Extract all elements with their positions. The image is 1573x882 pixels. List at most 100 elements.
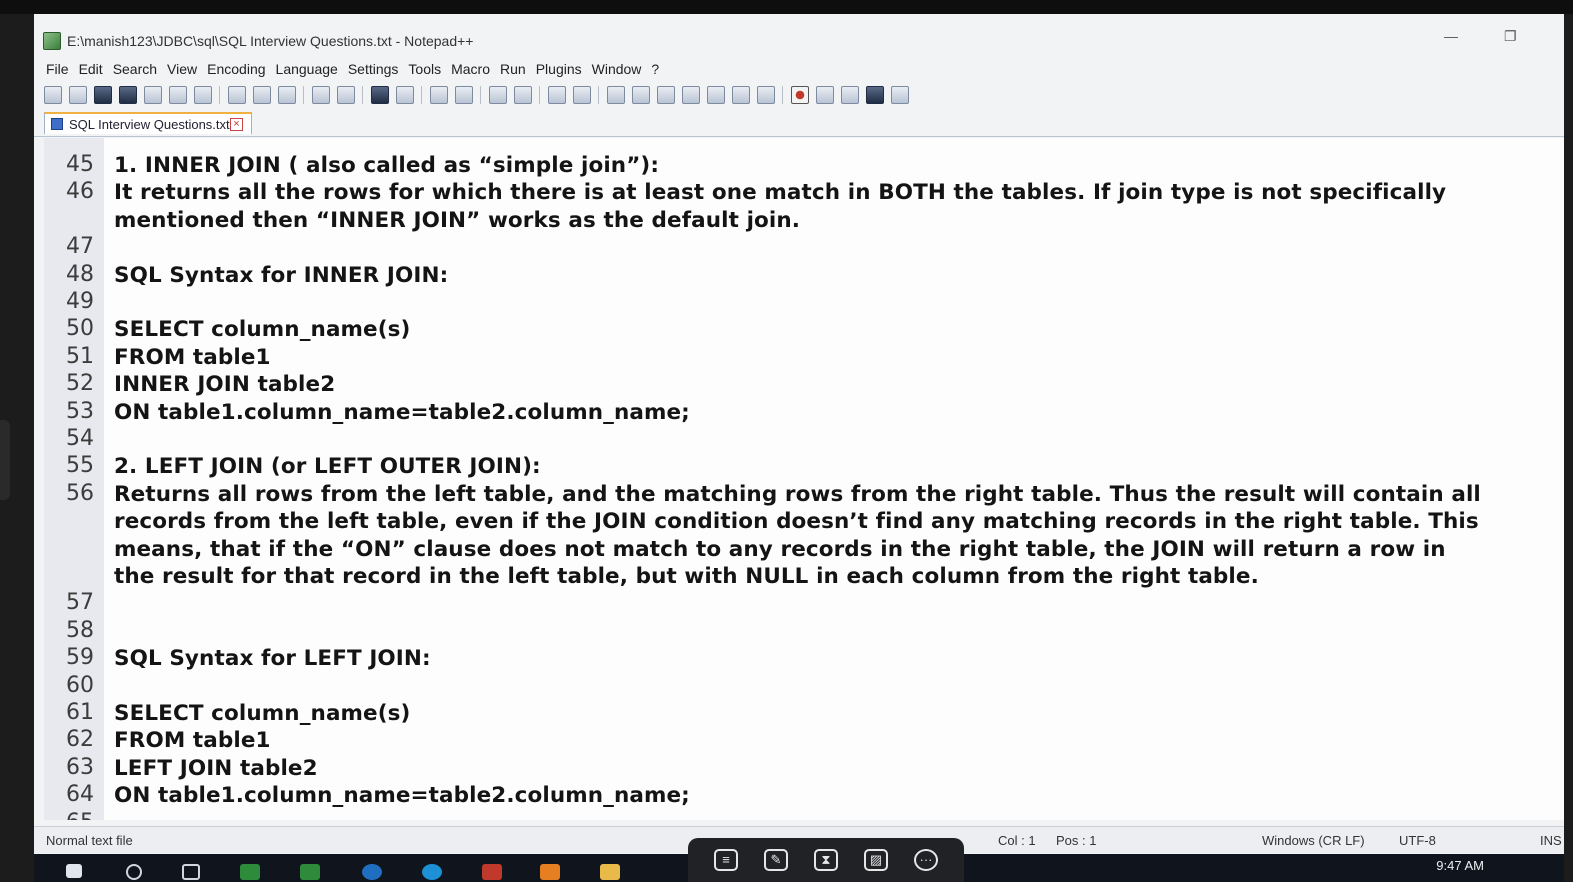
- menu-tools[interactable]: Tools: [408, 61, 441, 77]
- word-wrap-icon[interactable]: [548, 86, 566, 104]
- edge-icon[interactable]: [362, 864, 382, 880]
- zoom-out-icon[interactable]: [455, 86, 473, 104]
- play-macro-icon[interactable]: [841, 86, 859, 104]
- line-number: 52: [66, 371, 94, 397]
- save-all-icon[interactable]: [119, 86, 137, 104]
- start-icon[interactable]: [66, 864, 82, 878]
- browser-icon[interactable]: [422, 864, 442, 880]
- side-shadow: [0, 420, 10, 500]
- doc-map-icon[interactable]: [657, 86, 675, 104]
- line-number: 54: [66, 426, 94, 451]
- window-title: E:\manish123\JDBC\sql\SQL Interview Ques…: [67, 33, 474, 49]
- editor-line-text: SELECT column_name(s): [114, 317, 411, 343]
- toolbar-separator: [480, 86, 481, 104]
- text-editor[interactable]: 45 1. INNER JOIN ( also called as “simple…: [44, 138, 1564, 820]
- status-eol[interactable]: Windows (CR LF): [1262, 833, 1365, 848]
- replace-icon[interactable]: [396, 86, 414, 104]
- excel-icon[interactable]: [240, 864, 260, 880]
- menu-file[interactable]: File: [46, 61, 69, 77]
- editor-line-text: FROM table1: [114, 344, 271, 370]
- spreadsheet-icon[interactable]: [300, 864, 320, 880]
- menu-plugins[interactable]: Plugins: [536, 61, 582, 77]
- task-view-icon[interactable]: [182, 864, 200, 880]
- image-icon[interactable]: ▨: [864, 849, 888, 871]
- close-tab-icon[interactable]: ×: [230, 117, 243, 131]
- indent-guide-icon[interactable]: [607, 86, 625, 104]
- cut-icon[interactable]: [228, 86, 246, 104]
- zoom-in-icon[interactable]: [430, 86, 448, 104]
- menu-search[interactable]: Search: [113, 61, 157, 77]
- line-number: 63: [66, 754, 94, 780]
- close-all-icon[interactable]: [169, 86, 187, 104]
- toolbar-separator: [303, 86, 304, 104]
- close-file-icon[interactable]: [144, 86, 162, 104]
- editor-line-text: 1. INNER JOIN ( also called as “simple j…: [114, 153, 660, 178]
- save-icon[interactable]: [94, 86, 112, 104]
- monitoring-eye-icon[interactable]: [757, 86, 775, 104]
- function-list-icon[interactable]: [682, 86, 700, 104]
- folder-as-workspace-icon[interactable]: [707, 86, 725, 104]
- line-number: 50: [66, 316, 94, 342]
- menu-window[interactable]: Window: [592, 61, 642, 77]
- new-file-icon[interactable]: [44, 86, 62, 104]
- sync-vertical-icon[interactable]: [489, 86, 507, 104]
- print-icon[interactable]: [194, 86, 212, 104]
- editor-line-text: ON table1.column_name=table2.column_name…: [114, 783, 690, 809]
- more-icon[interactable]: ···: [914, 849, 938, 871]
- restore-icon[interactable]: ❐: [1504, 28, 1517, 45]
- whiteboard-icon[interactable]: ≡: [714, 849, 738, 871]
- tab-sql-interview-questions[interactable]: SQL Interview Questions.txt ×: [44, 112, 252, 134]
- file-explorer-icon[interactable]: [600, 864, 620, 880]
- line-number: 53: [66, 398, 94, 424]
- menu-macro[interactable]: Macro: [451, 61, 490, 77]
- folder-icon[interactable]: [732, 86, 750, 104]
- brave-icon[interactable]: [482, 864, 502, 880]
- toolbar: [34, 82, 1564, 108]
- editor-line-text: ON table1.column_name=table2.column_name…: [114, 399, 690, 425]
- menu-view[interactable]: View: [167, 61, 197, 77]
- editor-line-text: the result for that record in the left t…: [114, 564, 1259, 589]
- toolbar-separator: [539, 86, 540, 104]
- screen-recorder-overlay: ≡ ✎ ⧗ ▨ ···: [688, 838, 964, 882]
- editor-line-text: 2. LEFT JOIN (or LEFT OUTER JOIN):: [114, 454, 541, 480]
- paste-icon[interactable]: [278, 86, 296, 104]
- open-file-icon[interactable]: [69, 86, 87, 104]
- taskbar-clock[interactable]: 9:47 AM: [1436, 858, 1484, 873]
- editor-line-text: Returns all rows from the left table, an…: [114, 481, 1481, 507]
- line-number: 60: [66, 672, 94, 698]
- line-number: 45: [66, 152, 94, 177]
- status-encoding[interactable]: UTF-8: [1399, 833, 1436, 848]
- save-state-icon: [51, 118, 63, 130]
- stop-macro-icon[interactable]: [816, 86, 834, 104]
- find-icon[interactable]: [371, 86, 389, 104]
- lang-define-icon[interactable]: [632, 86, 650, 104]
- minimize-icon[interactable]: —: [1444, 28, 1458, 44]
- redo-icon[interactable]: [337, 86, 355, 104]
- line-number: 47: [66, 234, 94, 260]
- editor-line-text: records from the left table, even if the…: [114, 509, 1479, 535]
- save-macro-icon[interactable]: [891, 86, 909, 104]
- run-macro-multiple-icon[interactable]: [866, 86, 884, 104]
- menu-edit[interactable]: Edit: [79, 61, 103, 77]
- copy-icon[interactable]: [253, 86, 271, 104]
- menu-settings[interactable]: Settings: [348, 61, 399, 77]
- timer-icon[interactable]: ⧗: [814, 849, 838, 871]
- record-macro-icon[interactable]: [791, 86, 809, 104]
- menu-encoding[interactable]: Encoding: [207, 61, 265, 77]
- show-all-chars-icon[interactable]: [573, 86, 591, 104]
- line-number: 57: [66, 590, 94, 616]
- editor-line-text: mentioned then “INNER JOIN” works as the…: [114, 207, 801, 233]
- menu-help[interactable]: ?: [651, 61, 659, 77]
- undo-icon[interactable]: [312, 86, 330, 104]
- editor-line-text: INNER JOIN table2: [114, 372, 336, 398]
- menu-run[interactable]: Run: [500, 61, 526, 77]
- sync-horizontal-icon[interactable]: [514, 86, 532, 104]
- status-file-type: Normal text file: [46, 833, 133, 848]
- pen-icon[interactable]: ✎: [764, 849, 788, 871]
- search-icon[interactable]: [126, 864, 142, 880]
- firefox-icon[interactable]: [540, 864, 560, 880]
- line-number: 49: [66, 289, 94, 314]
- line-number: 51: [66, 343, 94, 369]
- tab-bar: SQL Interview Questions.txt ×: [34, 110, 1564, 137]
- menu-language[interactable]: Language: [276, 61, 338, 77]
